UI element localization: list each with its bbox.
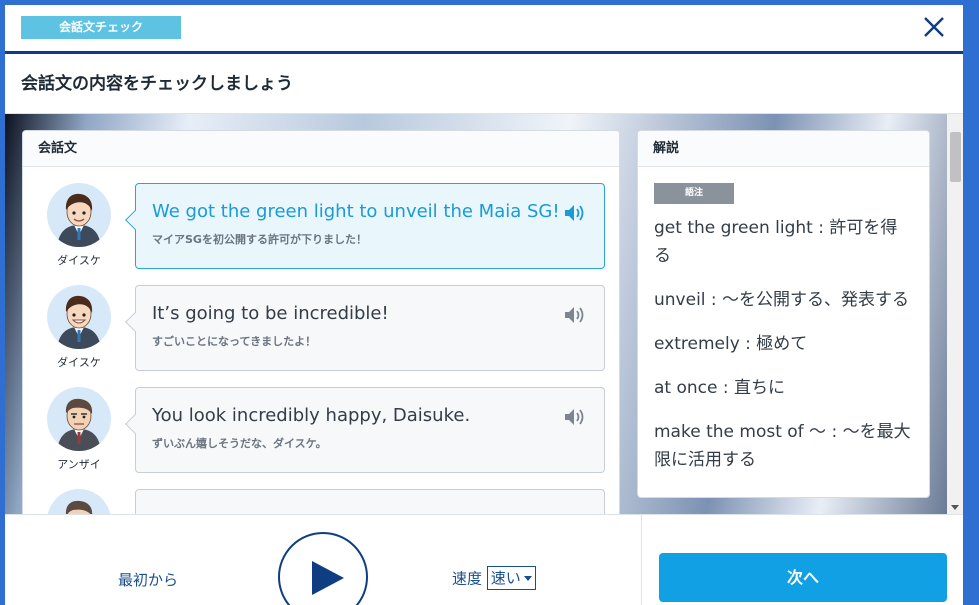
vocab-item: unveil : 〜を公開する、発表する xyxy=(654,290,910,310)
dialogue-row-partial xyxy=(23,489,619,514)
modal-header: 会話文チェック xyxy=(5,5,963,51)
vocab-item: extremely : 極めて xyxy=(654,334,808,354)
avatar-partial-icon xyxy=(47,489,111,514)
close-button[interactable] xyxy=(921,14,947,40)
japanese-translation: すごいことになってきましたよ！ xyxy=(152,335,317,348)
japanese-translation: マイアSGを初公開する許可が下りました！ xyxy=(152,233,367,246)
conversation-panel: 会話文 ダイスケ We got the green light to unvei… xyxy=(22,130,620,514)
explanation-panel: 解説 語注 get the green light : 許可を得る unveil… xyxy=(637,130,930,498)
speaker-icon xyxy=(565,307,584,323)
vocab-item: at once : 直ちに xyxy=(654,378,786,398)
speaker-icon xyxy=(565,409,584,425)
speaker-audio-button[interactable] xyxy=(564,204,586,222)
section-badge: 会話文チェック xyxy=(21,16,181,39)
dialogue-row: ダイスケ We got the green light to unveil th… xyxy=(23,183,619,273)
speaker-name: ダイスケ xyxy=(57,254,101,267)
vocab-item: get the green light : 許可を得る xyxy=(654,218,898,266)
dialogue-row: ダイスケ It’s going to be incredible! すごいことに… xyxy=(23,285,619,375)
speaker-icon xyxy=(565,205,584,221)
speaker-block: ダイスケ xyxy=(46,285,112,370)
conversation-heading: 会話文 xyxy=(23,131,619,167)
english-line: It’s going to be incredible! xyxy=(152,303,389,324)
content-scrollbar[interactable] xyxy=(947,114,963,514)
speed-control: 速度 速い xyxy=(452,566,536,590)
dialogue-bubble[interactable]: You look incredibly happy, Daisuke. ずいぶん… xyxy=(135,387,605,473)
next-button[interactable]: 次へ xyxy=(659,553,947,602)
speaker-audio-button[interactable] xyxy=(564,306,586,324)
play-button[interactable] xyxy=(278,532,368,605)
avatar-daisuke-icon xyxy=(47,183,111,247)
speaker-block: ダイスケ xyxy=(46,183,112,268)
page-title: 会話文の内容をチェックしましょう xyxy=(21,74,293,94)
speed-select[interactable]: 速い xyxy=(486,566,536,590)
player-footer: 最初から 速度 速い 次へ xyxy=(5,514,963,605)
english-line: We got the green light to unveil the Mai… xyxy=(152,201,560,222)
speed-label: 速度 xyxy=(452,569,483,588)
from-start-button[interactable]: 最初から xyxy=(118,569,178,590)
chevron-down-icon xyxy=(523,576,532,581)
vocab-list: get the green light : 許可を得る unveil : 〜を公… xyxy=(638,214,929,474)
lesson-modal: 会話文チェック 会話文の内容をチェックしましょう 会話文 ダイスケ We got… xyxy=(5,5,963,605)
title-bar: 会話文の内容をチェックしましょう xyxy=(5,54,963,114)
dialogue-bubble-active[interactable]: We got the green light to unveil the Mai… xyxy=(135,183,605,269)
dialogue-row: アンザイ You look incredibly happy, Daisuke.… xyxy=(23,387,619,477)
speaker-name: アンザイ xyxy=(57,458,101,471)
vocab-tag: 語注 xyxy=(654,183,734,204)
explanation-heading: 解説 xyxy=(638,131,929,167)
avatar-anzai-icon xyxy=(47,387,111,451)
scroll-thumb[interactable] xyxy=(950,132,961,182)
speaker-block xyxy=(46,489,112,514)
english-line: You look incredibly happy, Daisuke. xyxy=(152,405,471,426)
close-icon xyxy=(924,17,944,37)
footer-divider xyxy=(641,515,642,605)
speaker-block: アンザイ xyxy=(46,387,112,472)
scroll-down-arrow-icon[interactable] xyxy=(951,505,959,510)
dialogue-bubble[interactable] xyxy=(135,489,605,514)
japanese-translation: ずいぶん嬉しそうだな、ダイスケ。 xyxy=(152,437,327,450)
speaker-name: ダイスケ xyxy=(57,356,101,369)
dialogue-bubble[interactable]: It’s going to be incredible! すごいことになってきま… xyxy=(135,285,605,371)
vocab-item: make the most of 〜 : 〜を最大限に活用する xyxy=(654,422,911,470)
avatar-daisuke-icon xyxy=(47,285,111,349)
speaker-audio-button[interactable] xyxy=(564,408,586,426)
content-area: 会話文 ダイスケ We got the green light to unvei… xyxy=(5,114,963,514)
speed-value: 速い xyxy=(490,569,521,587)
